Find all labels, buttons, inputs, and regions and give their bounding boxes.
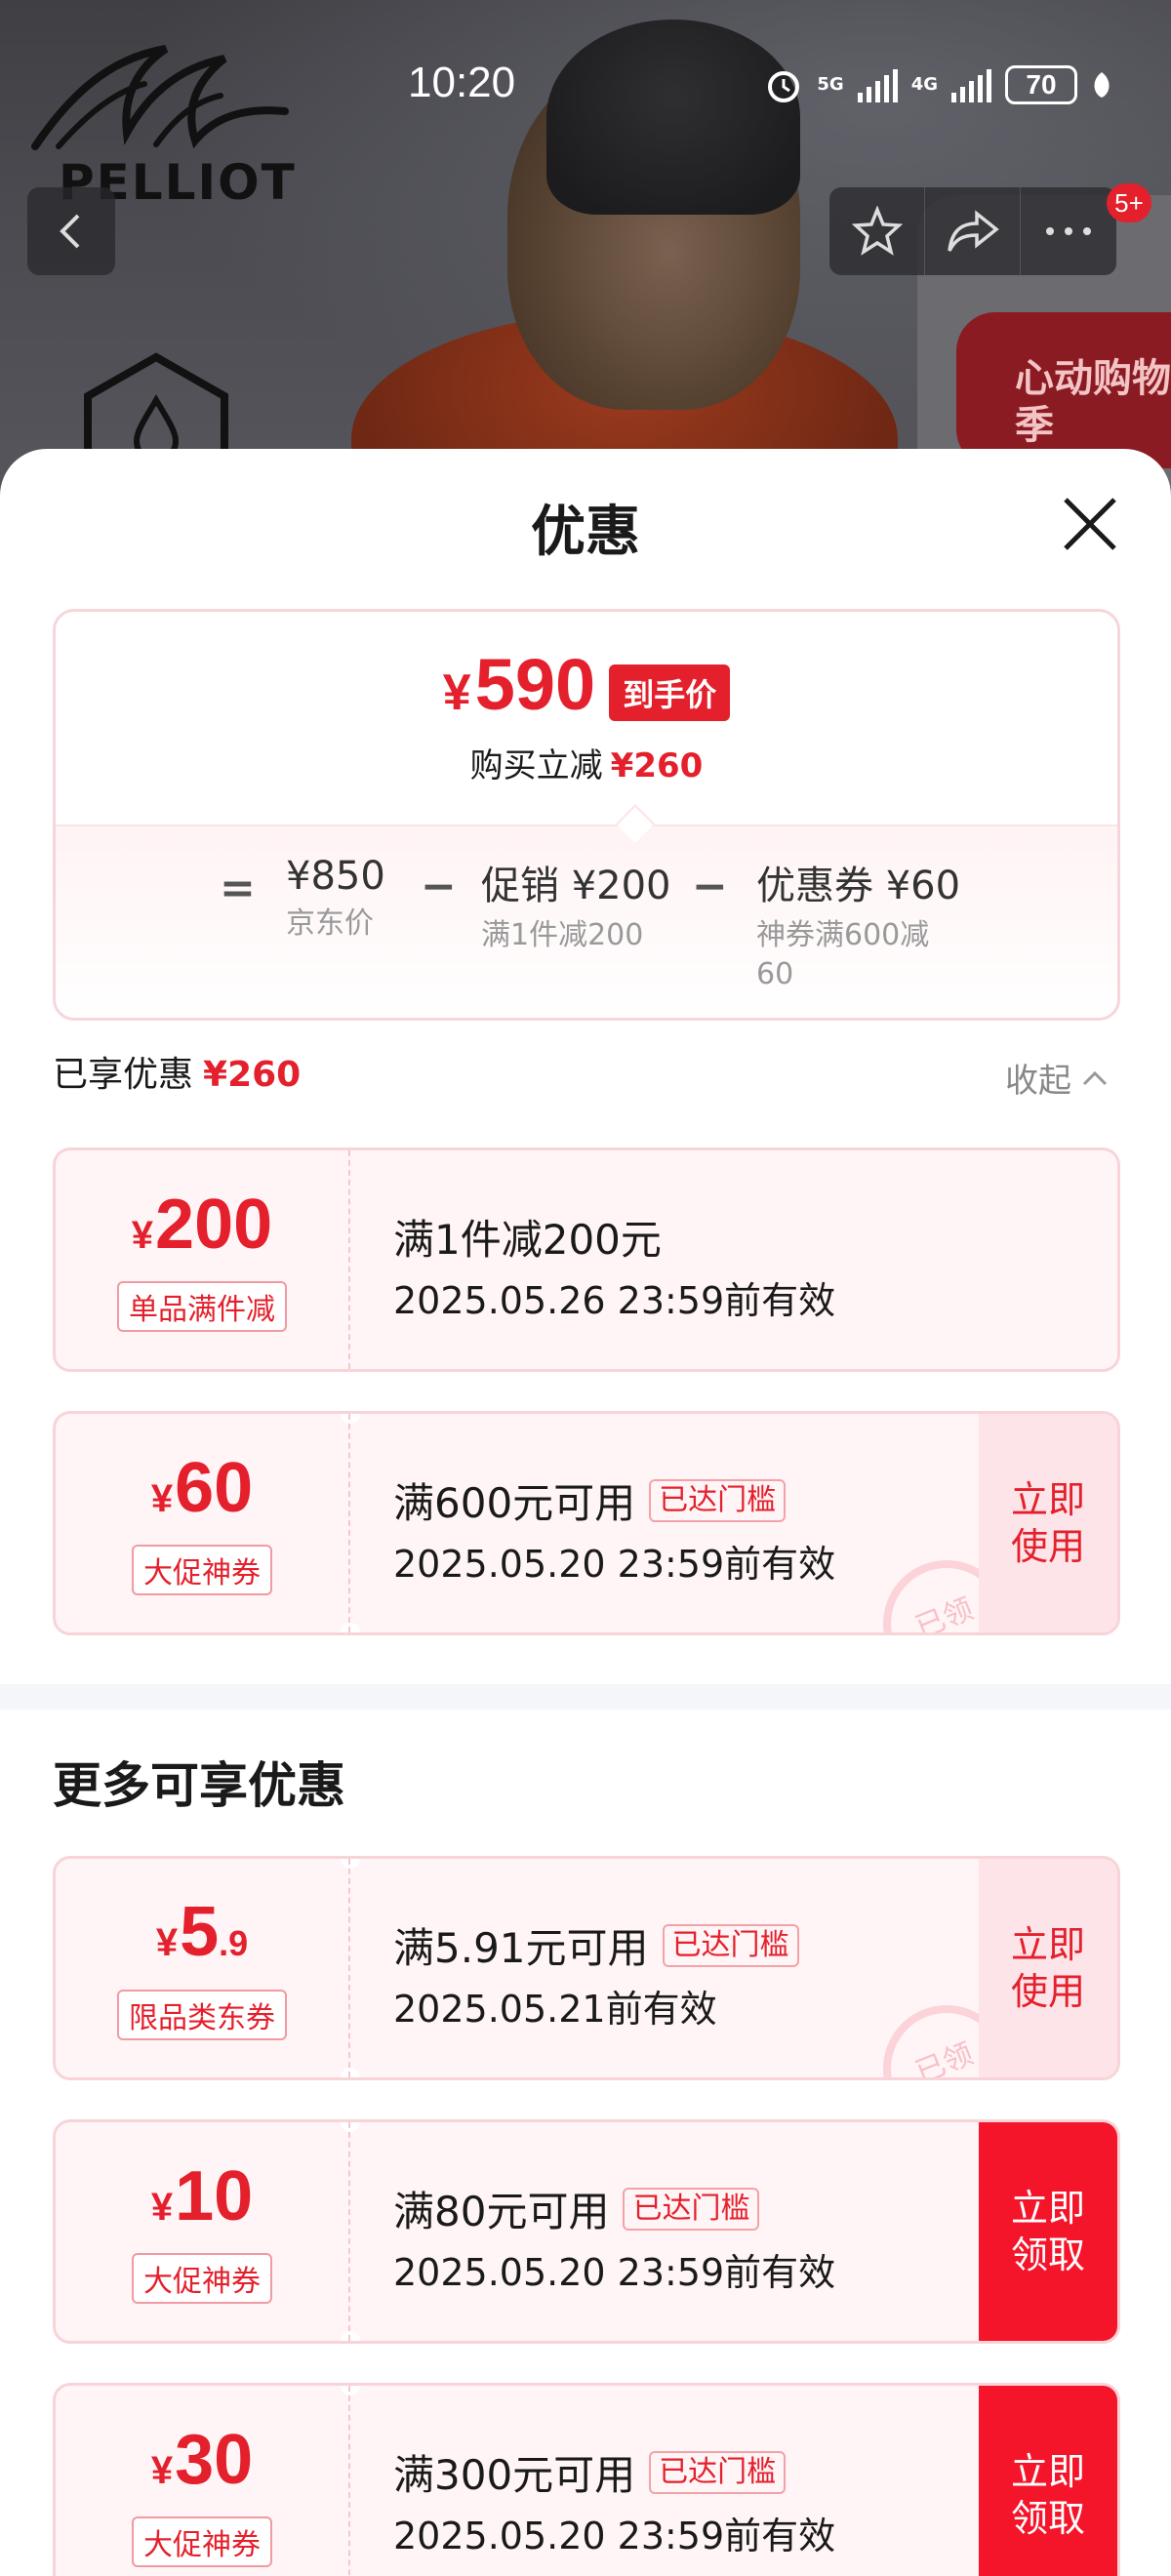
coupon-amount: ¥5.9	[155, 1893, 249, 1971]
top-action-group	[829, 187, 1116, 275]
promo-value: 促销 ¥200	[481, 864, 671, 908]
equals-sign: =	[220, 864, 256, 913]
coupon-amount: ¥60	[150, 1448, 254, 1527]
claim-now-button[interactable]: 立即领取	[979, 2386, 1117, 2576]
coupon-condition: 满300元可用 已达门槛	[393, 2442, 835, 2502]
coupon-card: ¥60 大促神券 满600元可用 已达门槛 2025.05.20 23:59前有…	[53, 1411, 1120, 1635]
network-type-2: 4G	[910, 74, 938, 95]
coupon-validity: 2025.05.20 23:59前有效	[393, 2515, 836, 2557]
discount-sheet: 优惠 ¥590 到手价 购买立减 ¥260 = ¥850 京东价 − 促销 ¥2…	[0, 449, 1171, 2576]
threshold-reached-badge: 已达门槛	[649, 1478, 787, 1522]
coupon-validity: 2025.05.20 23:59前有效	[393, 2251, 836, 2294]
share-button[interactable]	[925, 187, 1021, 275]
signal-2-icon	[951, 67, 991, 102]
coupon-amount: ¥200	[131, 1185, 273, 1264]
minus-sign: −	[421, 862, 457, 911]
jd-price-label: 京东价	[286, 906, 374, 941]
coupon-card: ¥10 大促神券 满80元可用 已达门槛 2025.05.20 23:59前有效…	[53, 2119, 1120, 2344]
signal-1-icon	[857, 67, 898, 102]
back-button[interactable]	[27, 187, 115, 275]
coupon-card: ¥30 大促神券 满300元可用 已达门槛 2025.05.20 23:59前有…	[53, 2383, 1120, 2576]
claim-now-button[interactable]: 立即领取	[979, 2122, 1117, 2341]
coupon-kind: 大促神券	[132, 1544, 272, 1595]
coupon-card: ¥5.9 限品类东券 满5.91元可用 已达门槛 2025.05.21前有效 已…	[53, 1856, 1120, 2080]
threshold-reached-badge: 已达门槛	[662, 1923, 799, 1967]
chevron-left-icon	[60, 214, 80, 249]
promo-block: 促销 ¥200 满1件减200	[481, 854, 671, 955]
coupon-block: 优惠券 ¥60 神券满600减 60	[756, 854, 960, 994]
alarm-icon	[768, 71, 800, 102]
sheet-title: 优惠	[531, 501, 640, 564]
coupon-condition: 满600元可用 已达门槛	[393, 1470, 835, 1530]
price-summary-card: ¥590 到手价 购买立减 ¥260 = ¥850 京东价 − 促销 ¥200 满…	[53, 609, 1120, 1021]
coupon-kind: 限品类东券	[117, 1990, 287, 2040]
use-now-button[interactable]: 立即使用	[979, 1414, 1117, 1632]
coupon-sub-line1: 神券满600减	[756, 918, 930, 952]
coupon-validity: 2025.05.26 23:59前有效	[393, 1279, 836, 1322]
final-price: ¥590	[442, 644, 596, 725]
promo-sub: 满1件减200	[481, 918, 644, 952]
coupon-amount: ¥30	[150, 2420, 254, 2499]
threshold-reached-badge: 已达门槛	[623, 2187, 760, 2231]
coupon-kind: 大促神券	[132, 2516, 272, 2567]
more-dots-icon	[1046, 227, 1091, 235]
star-icon	[851, 206, 903, 256]
coupon-value: 优惠券 ¥60	[756, 864, 961, 908]
message-count-badge: 5+	[1107, 183, 1151, 222]
share-icon	[947, 210, 999, 252]
chevron-up-icon	[1082, 1070, 1108, 1085]
coupon-condition: 满80元可用 已达门槛	[393, 2179, 835, 2238]
more-button[interactable]	[1021, 187, 1116, 275]
final-price-tag: 到手价	[609, 664, 731, 721]
model-beanie	[546, 20, 800, 215]
coupon-kind: 大促神券	[132, 2252, 272, 2304]
collapse-toggle[interactable]: 收起	[1005, 1054, 1109, 1102]
more-discounts-title: 更多可享优惠	[53, 1757, 345, 1814]
section-divider	[0, 1684, 1171, 1710]
coupon-amount: ¥10	[150, 2156, 254, 2235]
instant-reduction: 购买立减 ¥260	[469, 746, 704, 785]
enjoyed-discount: 已享优惠 ¥260	[53, 1055, 302, 1095]
use-now-button[interactable]: 立即使用	[979, 1859, 1117, 2077]
status-time: 10:20	[408, 59, 516, 106]
favorite-button[interactable]	[829, 187, 925, 275]
coupon-card: ¥200 单品满件减 满1件减200元 2025.05.26 23:59前有效	[53, 1147, 1120, 1372]
coupon-sub-line2: 60	[756, 957, 794, 991]
battery-indicator: 70	[1005, 65, 1077, 104]
coupon-kind: 单品满件减	[117, 1280, 287, 1332]
threshold-reached-badge: 已达门槛	[649, 2450, 787, 2494]
coupon-condition: 满5.91元可用 已达门槛	[393, 1915, 799, 1975]
jd-price: ¥850	[286, 854, 385, 899]
minus-sign-2: −	[692, 862, 728, 911]
status-icons: 5G 4G 70	[764, 60, 1112, 109]
coupon-validity: 2025.05.21前有效	[393, 1988, 717, 2031]
coupon-validity: 2025.05.20 23:59前有效	[393, 1543, 836, 1586]
coupon-condition: 满1件减200元	[393, 1216, 662, 1264]
jd-price-block: ¥850 京东价	[286, 854, 385, 944]
close-icon[interactable]	[1060, 494, 1120, 554]
leaf-icon	[1094, 72, 1110, 98]
promo-badge: 心动购物季	[956, 312, 1171, 468]
network-type-1: 5G	[817, 74, 844, 95]
